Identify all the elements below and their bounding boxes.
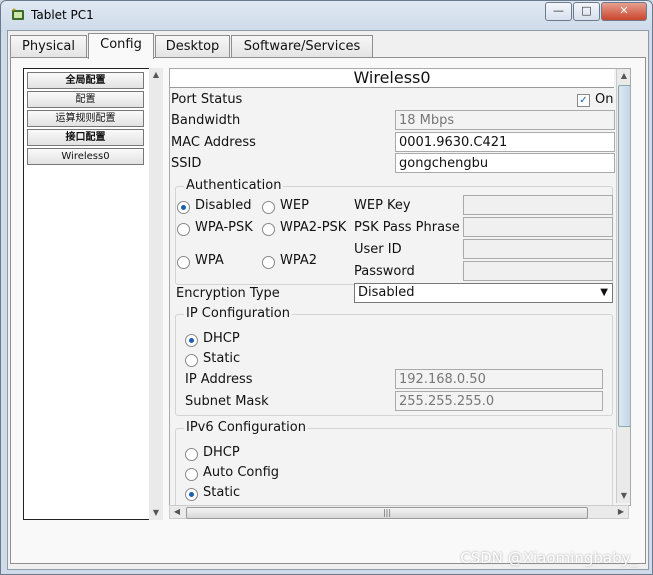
scroll-up-icon[interactable]: ▲ [149,68,163,82]
scroll-up-icon[interactable]: ▲ [617,69,630,83]
mac-address-field[interactable]: 0001.9630.C421 [395,132,615,152]
ipv6-dhcp-label: DHCP [203,445,240,460]
sidebar-item-wireless0[interactable]: Wireless0 [27,148,144,165]
config-panel: 全局配置 配置 运算规则配置 接口配置 Wireless0 ▲ ▼ Wirele… [10,57,646,564]
port-status-on-label: On [595,92,614,107]
auth-wpa-psk-radio[interactable] [177,223,190,236]
user-id-label: User ID [354,242,402,257]
encryption-type-value: Disabled [358,285,415,300]
auth-wpa-radio[interactable] [177,256,190,269]
auth-disabled-label: Disabled [195,198,252,213]
dropdown-arrow-icon: ▼ [600,287,608,298]
ipv6-dhcp-radio[interactable] [185,448,198,461]
sidebar-item-routing[interactable]: 运算规则配置 [27,110,144,127]
tab-config[interactable]: Config [88,33,154,59]
sidebar-item-global[interactable]: 全局配置 [27,72,144,89]
window-title: Tablet PC1 [31,8,94,22]
config-sidebar: 全局配置 配置 运算规则配置 接口配置 Wireless0 [23,68,150,520]
psk-pass-phrase-field[interactable] [463,217,613,237]
ipv6-configuration-title: IPv6 Configuration [184,420,308,435]
ipv6-static-label: Static [203,485,241,500]
maximize-button[interactable]: □ [573,2,600,21]
ip-address-field: 192.168.0.50 [395,369,603,389]
watermark: CSDN @Xiaomingbaby_ [460,549,638,567]
tab-physical[interactable]: Physical [10,35,87,57]
close-button[interactable]: ✕ [601,2,647,21]
settings-vertical-scrollbar[interactable]: ▲ ▼ [616,69,630,503]
ip-configuration-title: IP Configuration [184,306,292,321]
auth-wpa-psk-label: WPA-PSK [195,220,253,235]
auth-wpa2-psk-label: WPA2-PSK [280,220,347,235]
auth-wep-radio[interactable] [262,201,275,214]
scroll-thumb[interactable] [618,85,630,427]
horizontal-scroll-thumb[interactable]: ||| [186,507,588,519]
ip-static-radio[interactable] [185,354,198,367]
scroll-down-icon[interactable]: ▼ [149,506,163,520]
ip-dhcp-radio[interactable] [185,334,198,347]
client-area: Physical Config Desktop Software/Service… [7,30,649,570]
auth-disabled-radio[interactable] [177,201,190,214]
bandwidth-label: Bandwidth [171,113,241,128]
title-bar: Tablet PC1 — □ ✕ [1,1,652,29]
ipv6-auto-config-label: Auto Config [203,465,280,480]
mac-address-label: MAC Address [171,135,256,150]
ip-address-label: IP Address [185,372,253,387]
panel-title: Wireless0 [170,69,614,88]
scroll-left-icon[interactable]: ◀ [170,505,184,519]
encryption-type-label: Encryption Type [176,286,280,301]
ipv6-auto-config-radio[interactable] [185,468,198,481]
tab-desktop[interactable]: Desktop [155,35,230,57]
tab-software-services[interactable]: Software/Services [231,35,373,57]
port-status-checkbox[interactable]: ✓ [577,94,590,107]
wep-key-field[interactable] [463,195,613,215]
auth-wpa-label: WPA [195,253,224,268]
minimize-button[interactable]: — [545,2,572,21]
subnet-mask-label: Subnet Mask [185,394,269,409]
wep-key-label: WEP Key [354,198,411,213]
port-status-label: Port Status [171,92,243,107]
auth-wpa2-radio[interactable] [262,256,275,269]
auth-wpa2-label: WPA2 [280,253,318,268]
wireless-settings: Wireless0 Port Status ✓ On Bandwidth 18 … [169,68,631,506]
ip-dhcp-label: DHCP [203,331,240,346]
sidebar-item-interface[interactable]: 接口配置 [27,129,144,146]
subnet-mask-field: 255.255.255.0 [395,391,603,411]
tablet-icon [11,8,24,20]
sidebar-scrollbar[interactable]: ▲ ▼ [149,68,163,520]
encryption-type-select[interactable]: Disabled ▼ [354,283,613,303]
password-label: Password [354,264,415,279]
user-id-field[interactable] [463,239,613,259]
psk-pass-phrase-label: PSK Pass Phrase [354,220,460,235]
password-field[interactable] [463,261,613,281]
settings-horizontal-scrollbar[interactable]: ◀ ||| ▶ [169,505,629,519]
bandwidth-field: 18 Mbps [395,110,615,130]
auth-wpa2-psk-radio[interactable] [262,223,275,236]
ip-static-label: Static [203,351,241,366]
sidebar-item-config[interactable]: 配置 [27,91,144,108]
scroll-right-icon[interactable]: ▶ [614,505,628,519]
authentication-title: Authentication [184,178,284,193]
auth-wep-label: WEP [280,198,309,213]
ssid-label: SSID [171,156,202,171]
scroll-down-icon[interactable]: ▼ [617,489,630,503]
window: Tablet PC1 — □ ✕ Physical Config Desktop… [0,0,653,575]
ipv6-static-radio[interactable] [185,488,198,501]
ssid-field[interactable]: gongchengbu [395,153,615,173]
